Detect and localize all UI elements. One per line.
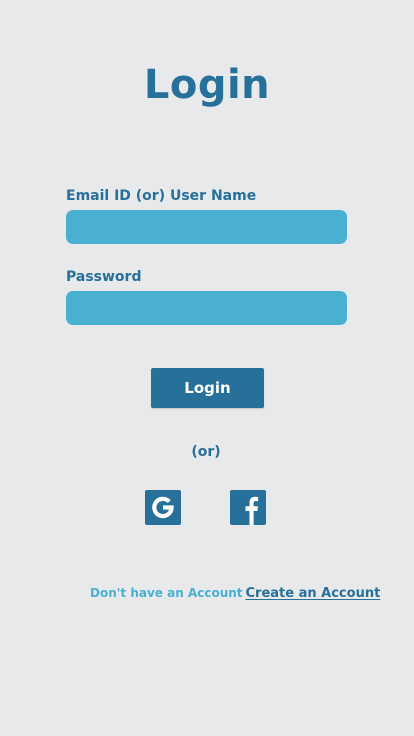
- signup-prompt-text: Don't have an Account: [90, 586, 243, 600]
- password-field[interactable]: [66, 291, 347, 325]
- password-label: Password: [66, 269, 142, 285]
- google-icon: [145, 490, 181, 525]
- signup-prompt: Don't have an Account Create an Account: [90, 583, 380, 603]
- email-label: Email ID (or) User Name: [66, 188, 257, 204]
- email-field[interactable]: [66, 210, 347, 244]
- google-login-button[interactable]: [145, 490, 181, 525]
- facebook-login-button[interactable]: [230, 490, 266, 525]
- page-title: Login: [143, 62, 271, 108]
- facebook-icon: [230, 490, 266, 525]
- create-account-link[interactable]: Create an Account: [246, 586, 381, 601]
- or-divider: (or): [191, 444, 221, 460]
- login-button[interactable]: Login: [151, 368, 264, 408]
